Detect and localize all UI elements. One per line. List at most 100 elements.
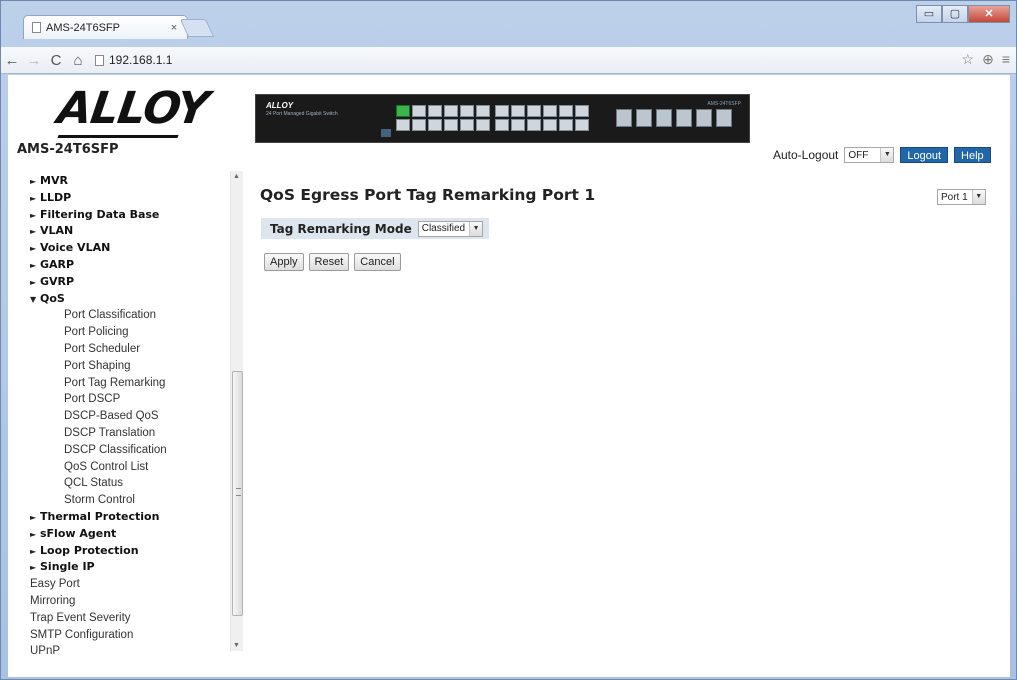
forward-icon[interactable]: → — [23, 52, 45, 69]
auto-logout-select[interactable]: OFF ▼ — [844, 147, 895, 163]
sidebar-item-garp[interactable]: ► GARP — [17, 257, 232, 274]
sidebar-item-easy-port[interactable]: Easy Port — [17, 576, 232, 593]
sidebar-item-thermal-protection[interactable]: ► Thermal Protection — [17, 509, 232, 526]
ethernet-port — [460, 105, 474, 117]
sidebar-item-label: MVR — [40, 174, 68, 187]
sidebar-item-upnp[interactable]: UPnP — [17, 643, 232, 660]
apply-button[interactable]: Apply — [264, 253, 304, 271]
sidebar-item-trap-event-severity[interactable]: Trap Event Severity — [17, 610, 232, 627]
sidebar-item-label: Port Classification — [64, 309, 157, 322]
sidebar-item-smtp-configuration[interactable]: SMTP Configuration — [17, 627, 232, 644]
sidebar-item-mirroring[interactable]: Mirroring — [17, 593, 232, 610]
sidebar-item-lldp[interactable]: ► LLDP — [17, 190, 232, 207]
ethernet-port — [575, 119, 589, 131]
extension-icon[interactable]: ⊕ — [982, 51, 994, 68]
sidebar-item-dscp-translation[interactable]: DSCP Translation — [17, 425, 232, 442]
triangle-right-icon: ► — [30, 244, 37, 254]
port-group — [396, 105, 490, 131]
sidebar-scrollbar[interactable]: ▲ ▼ — [230, 171, 243, 651]
triangle-down-icon: ▼ — [30, 294, 37, 304]
close-window-button[interactable]: ✕ — [968, 5, 1010, 23]
sidebar-item-voice-vlan[interactable]: ► Voice VLAN — [17, 240, 232, 257]
sidebar-item-single-ip[interactable]: ► Single IP — [17, 559, 232, 576]
menu-icon[interactable]: ≡ — [1002, 51, 1010, 68]
page-title: QoS Egress Port Tag Remarking Port 1 — [260, 186, 596, 204]
chevron-down-icon: ▼ — [971, 190, 985, 204]
tag-remarking-mode-select[interactable]: Classified ▼ — [417, 220, 484, 237]
browser-tab[interactable]: AMS-24T6SFP × — [23, 15, 188, 39]
tab-close-icon[interactable]: × — [167, 22, 181, 34]
sidebar-item-qos[interactable]: ▼ QoS — [17, 291, 232, 308]
address-bar[interactable]: 192.168.1.1 — [95, 50, 1015, 70]
maximize-button[interactable]: ▢ — [942, 5, 968, 23]
ethernet-port — [396, 119, 410, 131]
sidebar-item-port-dscp[interactable]: Port DSCP — [17, 391, 232, 408]
ethernet-port — [543, 105, 557, 117]
sidebar-item-label: UPnP — [30, 645, 61, 658]
logout-button[interactable]: Logout — [900, 147, 949, 163]
tag-remarking-mode-row: Tag Remarking Mode Classified ▼ — [261, 218, 490, 239]
triangle-right-icon: ► — [30, 546, 37, 556]
sidebar-item-label: Port DSCP — [64, 393, 121, 406]
port-select[interactable]: Port 1 ▼ — [937, 189, 986, 205]
chevron-down-icon: ▼ — [880, 148, 894, 162]
sidebar-item-mvr[interactable]: ► MVR — [17, 173, 232, 190]
triangle-right-icon: ► — [30, 177, 37, 186]
triangle-right-icon: ► — [30, 529, 37, 539]
star-icon[interactable]: ☆ — [962, 51, 975, 68]
url-text[interactable]: 192.168.1.1 — [109, 53, 172, 67]
ethernet-port — [495, 105, 509, 117]
sidebar-item-qos-control-list[interactable]: QoS Control List — [17, 459, 232, 476]
sidebar-item-label: Port Shaping — [64, 359, 131, 372]
sidebar-item-label: DSCP Classification — [64, 443, 167, 456]
sidebar-item-storm-control[interactable]: Storm Control — [17, 492, 232, 509]
sidebar-item-port-tag-remarking[interactable]: Port Tag Remarking — [17, 375, 232, 392]
sidebar-item-label: QoS — [40, 291, 65, 305]
sidebar-item-label: Port Policing — [64, 326, 129, 339]
triangle-right-icon: ► — [30, 563, 37, 573]
triangle-right-icon: ► — [30, 512, 37, 522]
back-icon[interactable]: ← — [1, 52, 23, 69]
cancel-button[interactable]: Cancel — [354, 253, 401, 271]
device-subtitle: 24 Port Managed Gigabit Switch — [266, 111, 338, 117]
sidebar-item-label: Storm Control — [64, 494, 135, 507]
sidebar-item-sflow-agent[interactable]: ► sFlow Agent — [17, 526, 232, 543]
sidebar-item-loop-protection[interactable]: ► Loop Protection — [17, 543, 232, 560]
ethernet-port — [412, 105, 426, 117]
port-group — [495, 105, 589, 131]
sidebar-item-dscp-based-qos[interactable]: DSCP-Based QoS — [17, 408, 232, 425]
sidebar-item-port-policing[interactable]: Port Policing — [17, 324, 232, 341]
sidebar-item-filtering-data-base[interactable]: ► Filtering Data Base — [17, 207, 232, 224]
tab-strip: AMS-24T6SFP × ▭ ▢ ✕ — [1, 1, 1016, 47]
auto-logout-label: Auto-Logout — [773, 148, 839, 162]
reset-button[interactable]: Reset — [308, 253, 350, 271]
sidebar-item-port-scheduler[interactable]: Port Scheduler — [17, 341, 232, 358]
session-controls: Auto-Logout OFF ▼ Logout Help — [773, 147, 991, 163]
sidebar-item-label: DSCP-Based QoS — [64, 410, 159, 423]
ethernet-port — [527, 119, 541, 131]
sidebar-item-vlan[interactable]: ► VLAN — [17, 223, 232, 240]
ethernet-port — [511, 105, 525, 117]
help-button[interactable]: Help — [954, 147, 991, 163]
ethernet-port — [495, 119, 509, 131]
ethernet-port — [444, 119, 458, 131]
scroll-down-icon[interactable]: ▼ — [233, 642, 240, 649]
minimize-button[interactable]: ▭ — [916, 5, 942, 23]
sidebar-item-port-classification[interactable]: Port Classification — [17, 307, 232, 324]
scrollbar-thumb[interactable] — [232, 371, 243, 616]
ethernet-port — [428, 105, 442, 117]
home-icon[interactable]: ⌂ — [67, 52, 89, 69]
sidebar-item-port-shaping[interactable]: Port Shaping — [17, 358, 232, 375]
ethernet-port — [511, 119, 525, 131]
reload-icon[interactable]: C — [45, 52, 67, 69]
sidebar-item-qcl-status[interactable]: QCL Status — [17, 475, 232, 492]
page-content: ALLOY AMS-24T6SFP ► MVR ► LLDP ► Filtering Da… — [8, 75, 1010, 677]
sidebar-item-label: LLDP — [40, 190, 72, 204]
ethernet-port — [559, 105, 573, 117]
scroll-up-icon[interactable]: ▲ — [233, 173, 240, 180]
sidebar-item-label: QCL Status — [64, 477, 124, 490]
sidebar-item-dscp-classification[interactable]: DSCP Classification — [17, 442, 232, 459]
triangle-right-icon: ► — [30, 277, 37, 287]
sidebar: ALLOY AMS-24T6SFP ► MVR ► LLDP ► Filtering Da… — [8, 75, 248, 677]
sidebar-item-gvrp[interactable]: ► GVRP — [17, 274, 232, 291]
